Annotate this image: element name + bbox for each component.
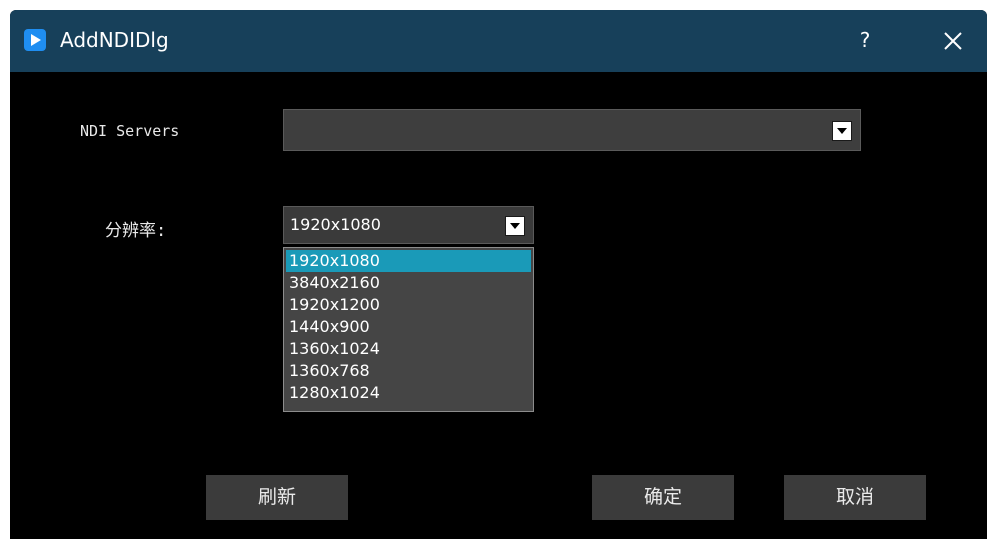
chevron-down-icon[interactable]: [832, 121, 852, 141]
refresh-button[interactable]: 刷新: [206, 475, 348, 520]
resolution-combobox[interactable]: 1920x1080: [283, 206, 534, 244]
dialog-window: AddNDIDlg ? NDI Servers 分辨率: 1920x1080 1…: [10, 10, 987, 539]
close-icon[interactable]: [938, 26, 968, 56]
ndi-servers-label: NDI Servers: [80, 122, 180, 140]
resolution-value: 1920x1080: [290, 215, 381, 234]
play-icon: [24, 29, 46, 51]
window-title: AddNDIDlg: [60, 28, 169, 52]
dropdown-option[interactable]: 1360x1024: [286, 338, 531, 360]
dropdown-option[interactable]: 1360x768: [286, 360, 531, 382]
resolution-dropdown-list[interactable]: 1920x1080 3840x2160 1920x1200 1440x900 1…: [283, 247, 534, 412]
dropdown-option[interactable]: 1440x900: [286, 316, 531, 338]
help-button[interactable]: ?: [850, 24, 880, 56]
ok-button[interactable]: 确定: [592, 475, 734, 520]
dropdown-option[interactable]: 1280x1024: [286, 382, 531, 404]
cancel-button[interactable]: 取消: [784, 475, 926, 520]
chevron-down-icon[interactable]: [505, 216, 525, 236]
title-bar[interactable]: AddNDIDlg ?: [10, 10, 987, 72]
resolution-label: 分辨率:: [105, 221, 167, 241]
dropdown-option[interactable]: 1920x1080: [286, 250, 531, 272]
dropdown-option[interactable]: 1920x1200: [286, 294, 531, 316]
dropdown-option[interactable]: 3840x2160: [286, 272, 531, 294]
ndi-servers-combobox[interactable]: [283, 109, 861, 151]
